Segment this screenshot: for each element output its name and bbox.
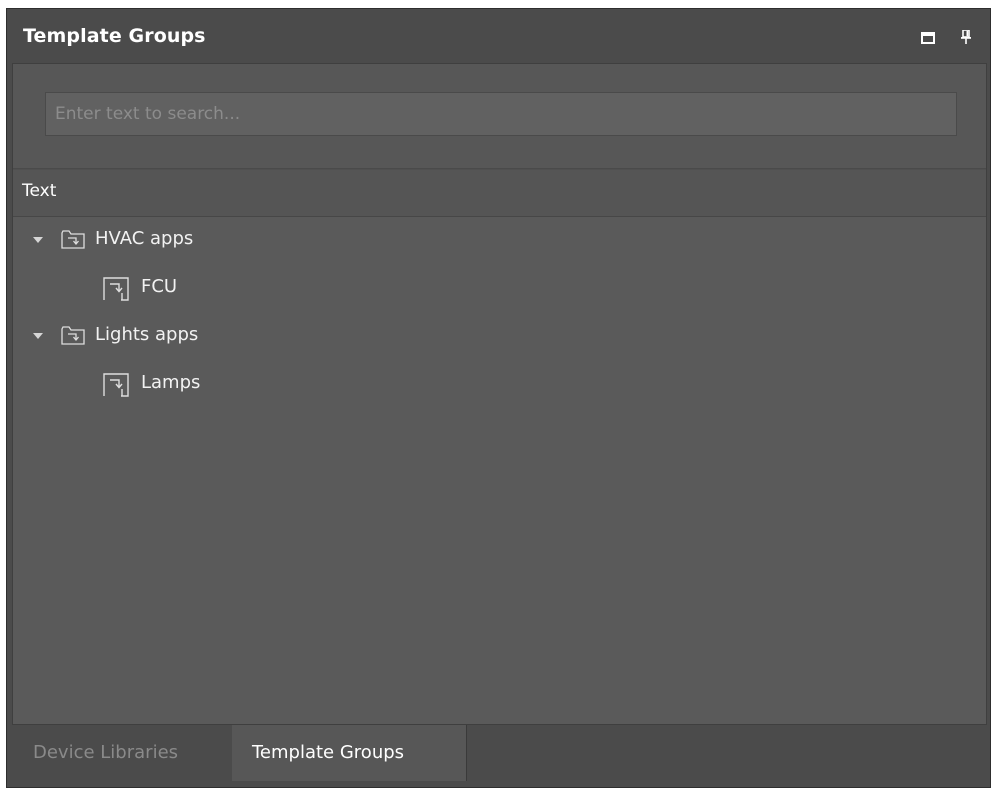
expand-caret-icon[interactable] <box>33 333 43 339</box>
pin-icon <box>961 30 971 44</box>
panel-titlebar: Template Groups <box>7 9 990 65</box>
tree-group-hvac-apps[interactable]: HVAC apps <box>13 217 986 263</box>
tab-template-groups[interactable]: Template Groups <box>232 725 467 781</box>
pin-button[interactable] <box>957 27 975 47</box>
template-group-folder-icon <box>61 230 85 249</box>
tab-label: Device Libraries <box>33 742 179 763</box>
column-header-label: Text <box>22 181 57 201</box>
tree-group-label: Lights apps <box>95 324 199 345</box>
tree-group-lights-apps[interactable]: Lights apps <box>13 313 986 359</box>
tree-item-lamps[interactable]: Lamps <box>13 361 986 407</box>
template-icon <box>103 277 129 301</box>
maximize-button[interactable] <box>919 29 937 47</box>
panel-content: Text HVAC apps FCU <box>12 63 987 725</box>
template-icon <box>103 373 129 397</box>
search-area <box>13 64 986 169</box>
expand-caret-icon[interactable] <box>33 237 43 243</box>
tree-column-header[interactable]: Text <box>13 169 986 217</box>
search-input[interactable] <box>45 92 957 136</box>
tree-group-label: HVAC apps <box>95 228 194 249</box>
tab-label: Template Groups <box>252 742 405 763</box>
tab-device-libraries[interactable]: Device Libraries <box>7 725 232 781</box>
maximize-icon <box>921 32 935 44</box>
template-groups-panel: Template Groups Text <box>6 8 991 788</box>
template-tree: HVAC apps FCU Lights apps Lamps <box>13 217 986 724</box>
panel-tabbar: Device Libraries Template Groups <box>7 725 990 787</box>
panel-title: Template Groups <box>23 25 206 47</box>
tree-item-label: Lamps <box>141 372 201 393</box>
tree-item-fcu[interactable]: FCU <box>13 265 986 311</box>
tree-item-label: FCU <box>141 276 178 297</box>
template-group-folder-icon <box>61 326 85 345</box>
